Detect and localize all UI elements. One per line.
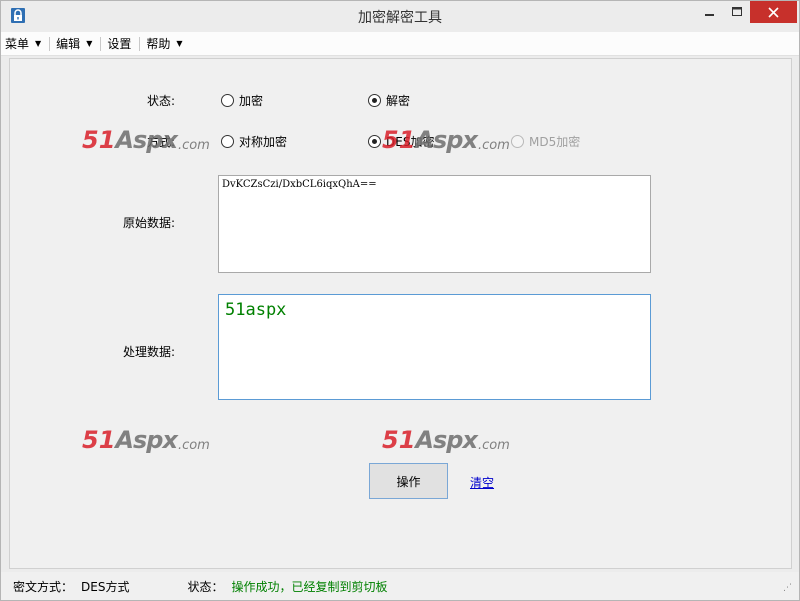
status-state-value: 操作成功，已经复制到剪切板 [231, 579, 388, 594]
status-state-label: 状态： [187, 579, 224, 594]
chevron-down-icon: ▼ [176, 39, 183, 48]
status-bar: 密文方式： DES方式 状态： 操作成功，已经复制到剪切板 ⋰ [1, 572, 799, 600]
menu-item-menu[interactable]: 菜单 ▼ [1, 32, 45, 56]
clear-link[interactable]: 清空 [470, 474, 494, 491]
menu-divider [139, 36, 141, 51]
watermark-logo: 51 Aspx .com [82, 426, 210, 454]
radio-circle [221, 94, 234, 107]
minimize-icon [705, 14, 714, 16]
resize-grip-icon[interactable]: ⋰ [783, 584, 793, 594]
menu-divider [100, 36, 102, 51]
menu-item-label: 帮助 [146, 37, 171, 51]
radio-symmetric[interactable]: 对称加密 [221, 133, 287, 150]
radio-circle [368, 135, 381, 148]
app-window: 加密解密工具 菜单 ▼ 编辑 ▼ 设置 帮助 ▼ 状态: 加密 解密 方式: 对… [0, 0, 800, 601]
radio-label: 解密 [386, 94, 411, 108]
main-panel: 状态: 加密 解密 方式: 对称加密 DES加密 MD5加密 原始数据: DvK… [9, 58, 792, 569]
radio-label: DES加密 [386, 135, 435, 149]
result-label: 处理数据: [123, 345, 176, 359]
title-bar: 加密解密工具 [1, 1, 799, 32]
radio-decrypt[interactable]: 解密 [368, 92, 410, 109]
menu-bar: 菜单 ▼ 编辑 ▼ 设置 帮助 ▼ [1, 32, 799, 56]
maximize-icon [731, 7, 742, 16]
maximize-button[interactable] [724, 1, 750, 23]
menu-item-edit[interactable]: 编辑 ▼ [52, 32, 96, 56]
watermark-logo: 51 Aspx .com [382, 426, 510, 454]
menu-item-help[interactable]: 帮助 ▼ [142, 32, 186, 56]
minimize-button[interactable] [696, 1, 724, 23]
state-label: 状态: [147, 94, 176, 108]
result-data-textarea[interactable]: 51aspx [218, 294, 651, 400]
menu-item-settings[interactable]: 设置 [103, 32, 135, 56]
radio-label: MD5加密 [529, 135, 581, 149]
radio-label: 加密 [239, 94, 264, 108]
close-button[interactable] [750, 1, 797, 23]
window-title: 加密解密工具 [358, 10, 442, 26]
watermark-logo: 51 Aspx .com [82, 126, 210, 154]
close-icon [768, 6, 779, 18]
chevron-down-icon: ▼ [86, 39, 93, 48]
menu-item-label: 编辑 [56, 37, 81, 51]
run-button[interactable]: 操作 [369, 463, 448, 499]
menu-item-label: 菜单 [5, 37, 30, 51]
radio-circle [511, 135, 524, 148]
source-data-textarea[interactable]: DvKCZsCzi/DxbCL6iqxQhA== [218, 175, 651, 273]
status-mode-value: DES方式 [81, 579, 130, 594]
radio-md5[interactable]: MD5加密 [511, 133, 580, 150]
source-label: 原始数据: [123, 216, 176, 230]
status-mode-label: 密文方式： [13, 579, 74, 594]
radio-des[interactable]: DES加密 [368, 133, 434, 150]
radio-circle [221, 135, 234, 148]
radio-label: 对称加密 [239, 135, 288, 149]
radio-encrypt[interactable]: 加密 [221, 92, 263, 109]
mode-label: 方式: [147, 135, 176, 149]
menu-divider [49, 36, 51, 51]
radio-circle [368, 94, 381, 107]
chevron-down-icon: ▼ [35, 39, 42, 48]
menu-item-label: 设置 [107, 37, 132, 51]
